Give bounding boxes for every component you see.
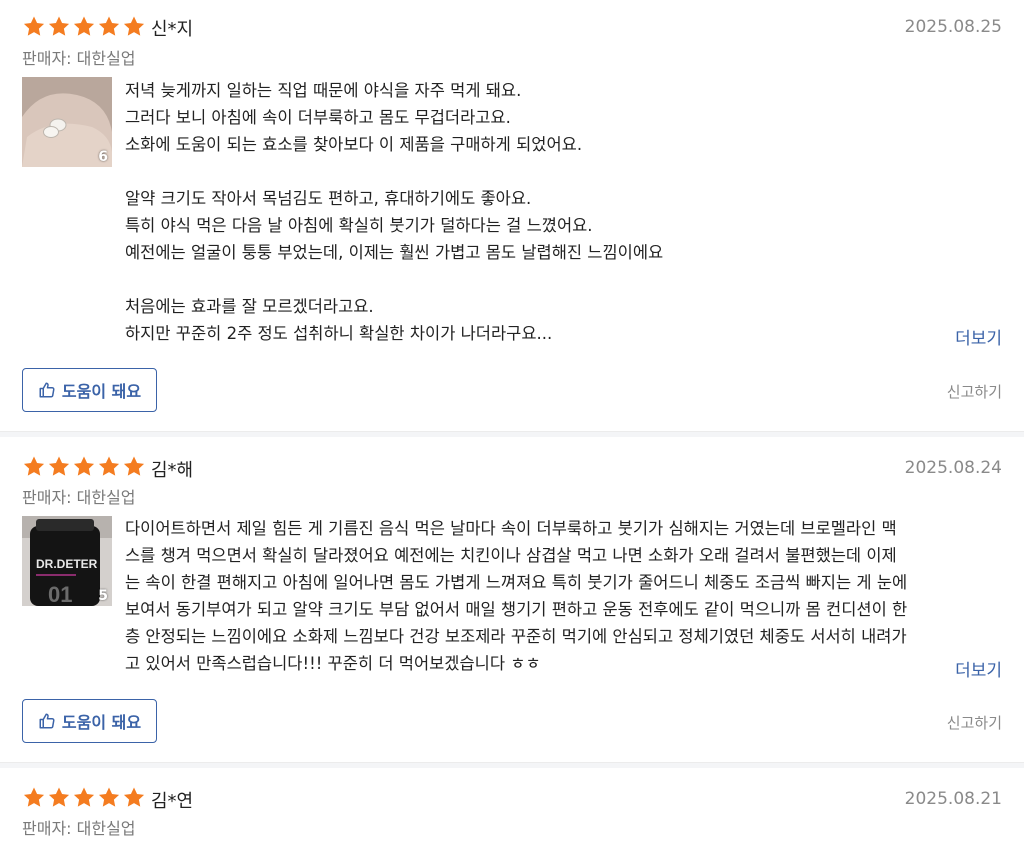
- star-icon: [123, 16, 145, 36]
- star-icon: [123, 787, 145, 807]
- star-rating: [22, 786, 146, 809]
- photo-count: 6: [98, 149, 108, 165]
- photo-count: 5: [98, 588, 108, 604]
- star-icon: [73, 456, 95, 476]
- star-icon: [48, 456, 70, 476]
- star-icon: [123, 456, 145, 476]
- thumbs-up-icon: [39, 713, 55, 729]
- star-icon: [48, 16, 70, 36]
- star-icon: [23, 787, 45, 807]
- review-divider: [0, 431, 1024, 437]
- thumbs-up-icon: [39, 382, 55, 398]
- review-date: 2025.08.24: [904, 458, 1002, 478]
- review-photo[interactable]: 6: [22, 77, 112, 167]
- helpful-label: 도움이 돼요: [61, 382, 142, 401]
- star-icon: [48, 787, 70, 807]
- helpful-button[interactable]: 도움이 돼요: [22, 699, 157, 743]
- review-photo[interactable]: DR.DETER 01 5: [22, 516, 112, 606]
- bottle-number: 01: [48, 582, 72, 606]
- star-rating: [22, 455, 146, 478]
- reviewer-name: 김*해: [151, 460, 194, 481]
- seller-label: 판매자: 대한실업: [22, 819, 136, 838]
- review-list: 신*지 2025.08.25 판매자: 대한실업 6 저녁 늦게까지 일하는 직…: [0, 0, 1024, 844]
- review-date: 2025.08.21: [904, 789, 1002, 809]
- report-link[interactable]: 신고하기: [947, 381, 1002, 402]
- review-text: 저녁 늦게까지 일하는 직업 때문에 야식을 자주 먹게 돼요. 그러다 보니 …: [125, 81, 664, 343]
- seller-label: 판매자: 대한실업: [22, 488, 136, 507]
- reviewer-name: 신*지: [151, 19, 194, 40]
- star-icon: [23, 456, 45, 476]
- helpful-label: 도움이 돼요: [61, 713, 142, 732]
- reviewer-name: 김*연: [151, 791, 194, 812]
- star-icon: [98, 16, 120, 36]
- star-icon: [73, 16, 95, 36]
- star-rating: [22, 15, 146, 38]
- bottle-label-text: DR.DETER: [36, 557, 98, 571]
- star-icon: [73, 787, 95, 807]
- more-link[interactable]: 더보기: [955, 656, 1002, 681]
- star-icon: [98, 787, 120, 807]
- star-icon: [98, 456, 120, 476]
- helpful-button[interactable]: 도움이 돼요: [22, 368, 157, 412]
- star-icon: [23, 16, 45, 36]
- more-link[interactable]: 더보기: [955, 324, 1002, 349]
- review-divider: [0, 762, 1024, 768]
- report-link[interactable]: 신고하기: [947, 712, 1002, 733]
- review-date: 2025.08.25: [904, 17, 1002, 37]
- review-text: 다이어트하면서 제일 힘든 게 기름진 음식 먹은 날마다 속이 더부룩하고 붓…: [125, 519, 908, 673]
- seller-label: 판매자: 대한실업: [22, 49, 136, 68]
